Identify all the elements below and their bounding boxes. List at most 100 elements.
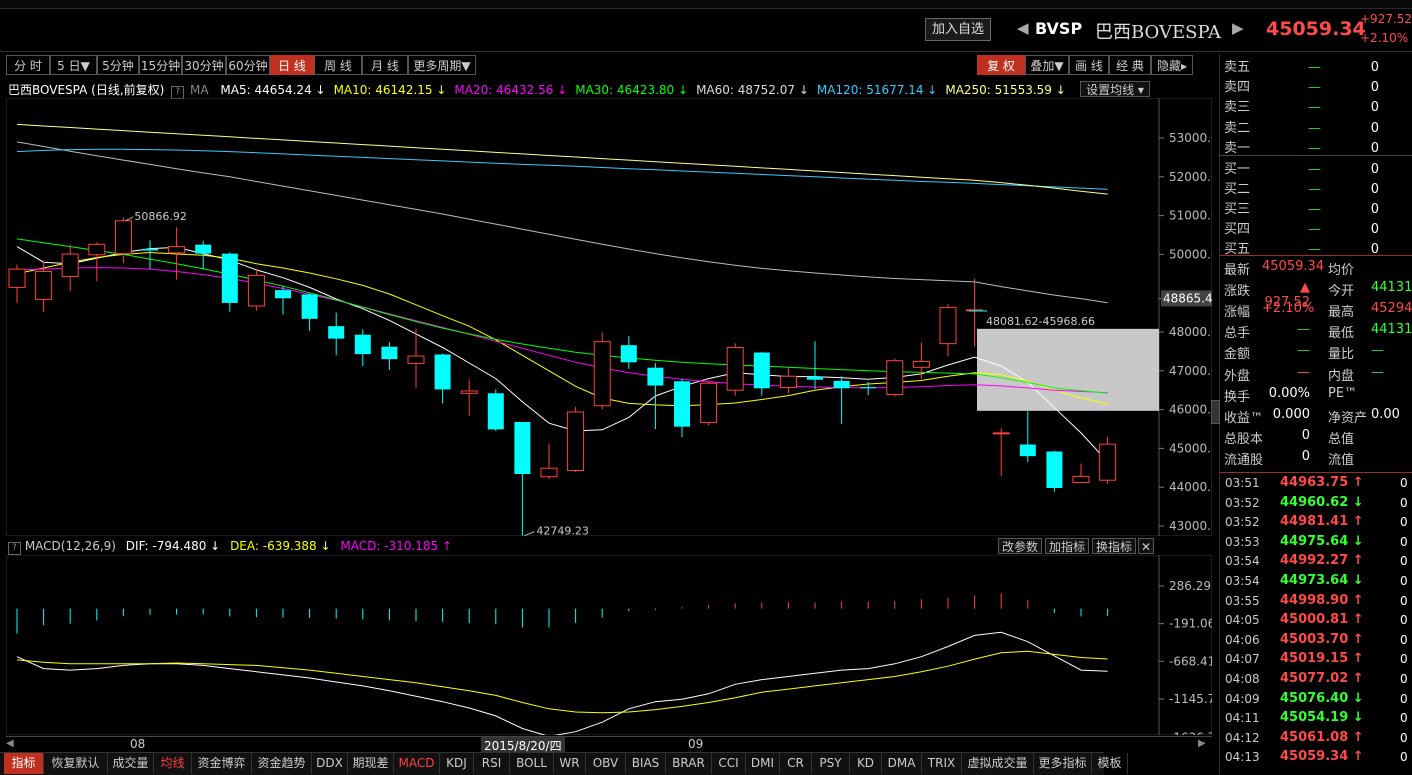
level-label: 买四 [1224,222,1251,238]
candle[interactable] [992,428,1010,477]
indicator-tab[interactable]: WR [554,753,586,774]
candle[interactable] [301,292,318,331]
indicator-tab[interactable]: TRIX [922,753,962,774]
indicator-tab[interactable]: KD [850,753,882,774]
candle[interactable] [61,244,79,292]
ma-settings-button[interactable]: 设置均线 ▾ [1080,81,1150,97]
candle[interactable] [434,353,451,404]
indicator-tab[interactable]: DMI [746,753,780,774]
indicator-tab[interactable]: KDJ [440,753,474,774]
indicator-tab[interactable]: 成交量 [108,753,154,774]
macd-option-button[interactable]: 加指标 [1045,538,1089,554]
candle[interactable] [726,343,744,396]
candle[interactable] [487,389,504,431]
candle[interactable] [142,240,158,270]
candle[interactable] [1072,463,1090,484]
candle[interactable] [88,242,106,282]
candlestick-chart[interactable]: 53000.0 52000.0 51000.0 50000.0 48865.48 4800… [6,98,1212,536]
stat-label: 流通股 [1224,452,1264,468]
candle[interactable] [779,367,797,394]
period-tab[interactable]: 5 日▼ [50,55,97,75]
indicator-tab[interactable]: OBV [586,753,626,774]
period-tab[interactable]: 月 线 [362,55,408,75]
divider [1220,155,1412,156]
indicator-tab[interactable]: 更多指标 [1034,753,1092,774]
indicator-tab[interactable]: 资金博弈 [192,753,252,774]
indicator-tab[interactable]: PSY [812,753,850,774]
close-indicator-icon[interactable]: ✕ [1138,538,1154,554]
candle[interactable] [1046,450,1063,492]
period-tab[interactable]: 60分钟 [226,55,270,75]
chart-tool-button[interactable]: 复 权 [977,55,1025,75]
indicator-tab[interactable]: 虚拟成交量 [962,753,1034,774]
candle[interactable] [514,422,531,536]
macd-help-icon[interactable]: ? [8,542,21,555]
level-price: — [1308,161,1321,177]
chart-tool-button[interactable]: 叠加▼ [1025,55,1069,75]
indicator-tab[interactable]: DMA [882,753,922,774]
stat-label: 最高 [1328,305,1355,321]
candle[interactable] [114,217,132,263]
macd-chart[interactable]: 804.55286.29-191.06-668.41-1145.76-1636.… [6,555,1212,735]
chart-tool-button[interactable]: 经 典 [1109,55,1151,75]
candle[interactable] [407,328,425,388]
prev-ticker-icon[interactable]: ◀ [1017,19,1029,37]
candle[interactable] [886,358,904,397]
candle[interactable] [1099,436,1117,484]
indicator-tab[interactable]: 恢复默认 [44,753,108,774]
indicator-tab[interactable]: 期现差 [348,753,394,774]
candle[interactable] [912,342,930,379]
period-tab[interactable]: 5分钟 [97,55,139,75]
candle[interactable] [221,252,238,312]
chart-tool-button[interactable]: 隐藏▸ [1151,55,1193,75]
candle[interactable] [460,379,478,416]
scroll-left-icon[interactable]: ◀ [6,738,14,749]
candle[interactable] [381,342,398,371]
candle[interactable] [700,381,718,426]
candle[interactable] [674,378,690,438]
indicator-tab[interactable]: 模板 [1092,753,1128,774]
period-tab[interactable]: 周 线 [314,55,362,75]
candle[interactable] [647,363,664,429]
candle[interactable] [939,304,957,357]
indicator-tab[interactable]: BOLL [510,753,554,774]
indicator-tab[interactable]: BRAR [666,753,712,774]
panel-splitter[interactable] [1211,400,1220,424]
period-tab[interactable]: 更多周期▼ [408,55,476,75]
candle[interactable] [354,329,371,367]
indicator-tab[interactable]: RSI [474,753,510,774]
candle[interactable] [567,406,585,473]
period-tab[interactable]: 日 线 [270,55,314,75]
candle[interactable] [593,332,611,410]
candle[interactable] [620,335,637,369]
candle[interactable] [8,264,26,303]
candle[interactable] [247,268,265,311]
indicator-tab[interactable]: BIAS [626,753,666,774]
period-tab[interactable]: 30分钟 [182,55,226,75]
candle[interactable] [328,312,345,356]
indicator-tab[interactable]: 均线 [154,753,192,774]
period-tab[interactable]: 15分钟 [139,55,182,75]
scroll-right-icon[interactable]: ▶ [1198,738,1206,749]
indicator-tab[interactable]: 指标 [4,753,44,774]
next-ticker-icon[interactable]: ▶ [1232,19,1244,37]
indicator-tab[interactable]: CCI [712,753,746,774]
date-axis[interactable]: ◀ 08 2015/8/20/四 09 ▶ [6,736,1212,754]
range-selection[interactable] [977,328,1159,411]
tick-volume: 0 [1400,672,1408,686]
add-favorite-button[interactable]: 加入自选 [925,18,991,41]
indicator-tab[interactable]: CR [780,753,812,774]
indicator-tab[interactable]: 资金趋势 [252,753,312,774]
candle[interactable] [1019,411,1036,462]
macd-option-button[interactable]: 改参数 [998,538,1042,554]
candle[interactable] [753,351,770,396]
candle[interactable] [35,260,53,312]
indicator-tab[interactable]: MACD [394,753,440,774]
candle[interactable] [807,341,823,390]
candle[interactable] [540,443,558,480]
chart-tool-button[interactable]: 画 线 [1069,55,1109,75]
period-tab[interactable]: 分 时 [6,55,50,75]
macd-option-button[interactable]: 换指标 [1092,538,1136,554]
indicator-tab[interactable]: DDX [312,753,348,774]
candle[interactable] [833,376,850,424]
